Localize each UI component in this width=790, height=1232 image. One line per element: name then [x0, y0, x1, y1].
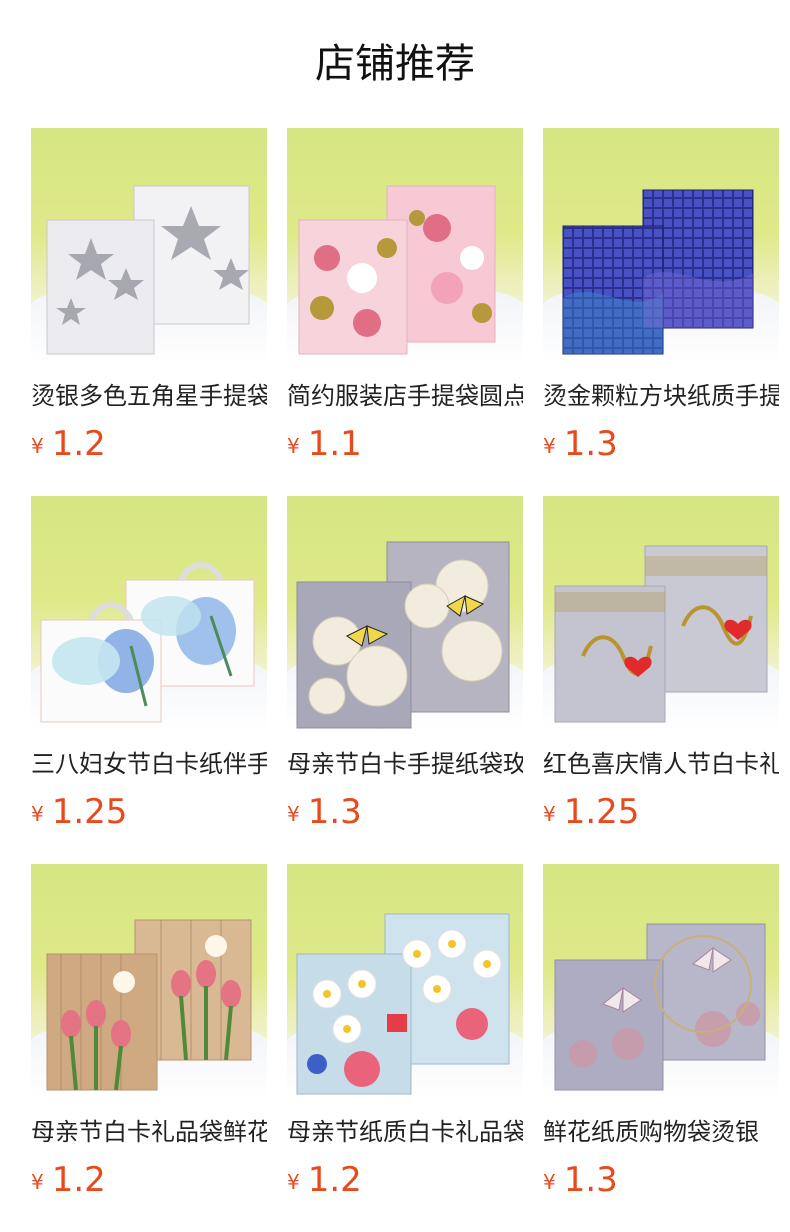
product-thumbnail[interactable] [287, 864, 523, 1100]
currency-symbol: ¥ [287, 434, 300, 458]
currency-symbol: ¥ [287, 1170, 300, 1194]
silver-star-bag-icon [46, 185, 250, 355]
currency-symbol: ¥ [31, 1170, 44, 1194]
product-price: ¥1.25 [31, 792, 267, 832]
daisy-bag-icon [296, 913, 510, 1095]
product-name[interactable]: 烫银多色五角星手提袋 [31, 380, 267, 412]
price-value: 1.25 [51, 792, 128, 832]
currency-symbol: ¥ [543, 802, 556, 826]
currency-symbol: ¥ [543, 434, 556, 458]
currency-symbol: ¥ [543, 1170, 556, 1194]
price-value: 1.3 [307, 792, 362, 832]
product-price: ¥1.3 [287, 792, 523, 832]
price-value: 1.3 [563, 424, 618, 464]
love-bag-icon [554, 545, 768, 723]
pink-dot-bag-icon [298, 185, 496, 355]
price-value: 1.2 [51, 1160, 106, 1200]
price-value: 1.1 [307, 424, 362, 464]
price-value: 1.2 [51, 424, 106, 464]
product-price: ¥1.3 [543, 424, 779, 464]
product-name[interactable]: 母亲节白卡礼品袋鲜花 [31, 1116, 267, 1148]
price-value: 1.2 [307, 1160, 362, 1200]
product-price: ¥1.2 [31, 1160, 267, 1200]
product-card[interactable]: 红色喜庆情人节白卡礼品 ¥1.25 [543, 496, 779, 832]
product-price: ¥1.25 [543, 792, 779, 832]
product-thumbnail[interactable] [543, 496, 779, 732]
currency-symbol: ¥ [31, 802, 44, 826]
product-card[interactable]: 鲜花纸质购物袋烫银 ¥1.3 [543, 864, 779, 1200]
product-thumbnail[interactable] [31, 128, 267, 364]
blue-sequin-bag-icon [562, 189, 754, 355]
product-name[interactable]: 烫金颗粒方块纸质手提袋 [543, 380, 779, 412]
price-value: 1.3 [563, 1160, 618, 1200]
product-thumbnail[interactable] [543, 128, 779, 364]
product-card[interactable]: 母亲节白卡礼品袋鲜花 ¥1.2 [31, 864, 267, 1200]
currency-symbol: ¥ [31, 434, 44, 458]
product-thumbnail[interactable] [31, 864, 267, 1100]
white-rose-bag-icon [296, 541, 510, 729]
price-value: 1.25 [563, 792, 640, 832]
product-grid: 烫银多色五角星手提袋 ¥1.2 简约服装店手提袋圆点 ¥ 1.1 烫金颗粒方块纸… [0, 0, 790, 1232]
currency-symbol: ¥ [287, 802, 300, 826]
product-thumbnail[interactable] [287, 496, 523, 732]
product-price: ¥1.2 [287, 1160, 523, 1200]
product-card[interactable]: 烫金颗粒方块纸质手提袋 ¥1.3 [543, 128, 779, 464]
tulip-bag-icon [46, 919, 252, 1091]
product-name[interactable]: 母亲节白卡手提纸袋玫瑰 [287, 748, 523, 780]
blue-flower-bag-icon [40, 562, 255, 723]
product-card[interactable]: 简约服装店手提袋圆点 ¥1.1 [287, 128, 523, 464]
product-name[interactable]: 三八妇女节白卡纸伴手礼 [31, 748, 267, 780]
product-card[interactable]: 烫银多色五角星手提袋 ¥1.2 [31, 128, 267, 464]
product-thumbnail[interactable] [31, 496, 267, 732]
product-name[interactable]: 简约服装店手提袋圆点 [287, 380, 523, 412]
product-price: ¥1.3 [543, 1160, 779, 1200]
product-card[interactable]: 母亲节白卡手提纸袋玫瑰 ¥1.3 [287, 496, 523, 832]
product-thumbnail[interactable] [543, 864, 779, 1100]
product-thumbnail[interactable] [287, 128, 523, 364]
product-name[interactable]: 鲜花纸质购物袋烫银 [543, 1116, 779, 1148]
product-name[interactable]: 红色喜庆情人节白卡礼品 [543, 748, 779, 780]
product-price: ¥1.2 [31, 424, 267, 464]
product-card[interactable]: 三八妇女节白卡纸伴手礼 ¥1.25 [31, 496, 267, 832]
product-card[interactable]: 母亲节纸质白卡礼品袋 ¥1.2 [287, 864, 523, 1200]
butterfly-bag-icon [554, 923, 766, 1091]
product-price: ¥1.1 [287, 424, 523, 464]
product-name[interactable]: 母亲节纸质白卡礼品袋 [287, 1116, 523, 1148]
